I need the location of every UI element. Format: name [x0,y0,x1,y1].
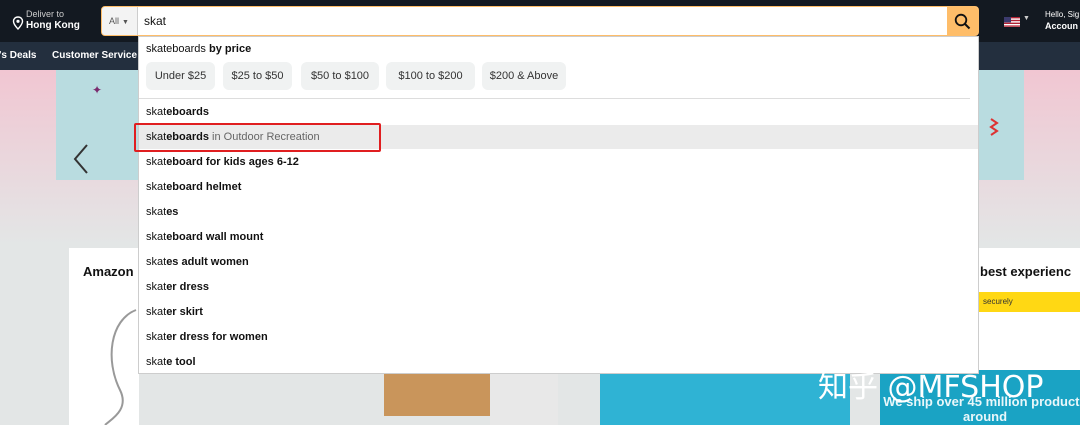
nav-link-customer-service[interactable]: Customer Service [52,50,137,61]
suggestion-item[interactable]: skateboard for kids ages 6-12 [139,150,978,174]
deliver-location: Hong Kong [26,20,80,31]
search-input[interactable] [144,7,924,35]
suggestion-item[interactable]: skates adult women [139,250,978,274]
search-suggestions-dropdown: skateboards by price Under $25 $25 to $5… [138,36,979,374]
delivery-image [600,370,850,425]
annotation-highlight-box [134,123,381,152]
price-suggestion-heading: skateboards by price [146,41,251,57]
deliver-to-location[interactable]: Deliver to Hong Kong [12,9,80,32]
secure-banner: securely [975,292,1080,312]
search-icon [954,13,971,29]
price-term: skateboards [146,43,206,55]
svg-text:✦: ✦ [92,83,102,97]
suggestion-item[interactable]: skateboard wall mount [139,225,978,249]
suggestion-item[interactable]: skateboards [139,100,978,124]
package-image [384,374,490,416]
suggestion-completion: er dress for women [166,331,268,343]
truck-image [490,374,558,425]
suggestion-completion: er dress [166,281,209,293]
suggestion-completion: e tool [166,356,196,368]
search-button[interactable] [947,7,978,35]
suggestion-prefix: skat [146,331,167,343]
watermark: 知乎 @MFSHOP [818,370,1044,405]
suggestion-item[interactable]: skateboard helmet [139,175,978,199]
price-chip[interactable]: $25 to $50 [223,62,292,90]
suggestion-completion: eboard helmet [166,181,242,193]
caret-down-icon: ▼ [122,19,129,26]
account-label: Accoun [1045,21,1079,31]
cable-image [104,309,137,425]
suggestion-prefix: skat [146,231,167,243]
language-caret-icon[interactable]: ▼ [1023,15,1030,22]
card-right-title: best experienc [980,264,1072,279]
suggestion-completion: eboards [166,106,209,118]
suggestion-item[interactable]: skates [139,200,978,224]
price-suffix: by price [209,43,252,55]
suggestion-prefix: skat [146,106,167,118]
suggestion-prefix: skat [146,306,167,318]
suggestion-item[interactable]: skater dress for women [139,325,978,349]
suggestion-prefix: skat [146,281,167,293]
price-chip[interactable]: $200 & Above [482,62,566,90]
suggestion-prefix: skat [146,156,167,168]
deliver-label: Deliver to [26,9,65,19]
account-menu[interactable]: Hello, Sig Accoun [1045,10,1079,32]
suggestion-prefix: skat [146,206,167,218]
suggestion-completion: er skirt [166,306,203,318]
search-bar: All ▼ [101,6,979,36]
search-scope-label: All [109,16,120,26]
search-scope-select[interactable]: All ▼ [102,7,138,35]
price-chip[interactable]: $50 to $100 [301,62,379,90]
location-pin-icon [12,16,24,30]
nav-link-deals[interactable]: 's Deals [0,50,36,61]
suggestion-completion: es adult women [166,256,249,268]
account-greeting: Hello, Sig [1045,10,1080,19]
suggestion-completion: eboard wall mount [166,231,264,243]
suggestion-item[interactable]: skater dress [139,275,978,299]
suggestion-completion: eboard for kids ages 6-12 [166,156,299,168]
suggestion-prefix: skat [146,181,167,193]
dropdown-divider [139,98,970,99]
us-flag-icon[interactable] [1004,17,1020,27]
price-chip[interactable]: Under $25 [146,62,215,90]
suggestion-item[interactable]: skater skirt [139,300,978,324]
price-chip[interactable]: $100 to $200 [386,62,475,90]
suggestion-completion: es [166,206,179,218]
card-left-title: Amazon [83,264,134,279]
suggestion-prefix: skat [146,256,167,268]
chevron-left-icon[interactable] [72,143,90,175]
suggestion-prefix: skat [146,356,167,368]
